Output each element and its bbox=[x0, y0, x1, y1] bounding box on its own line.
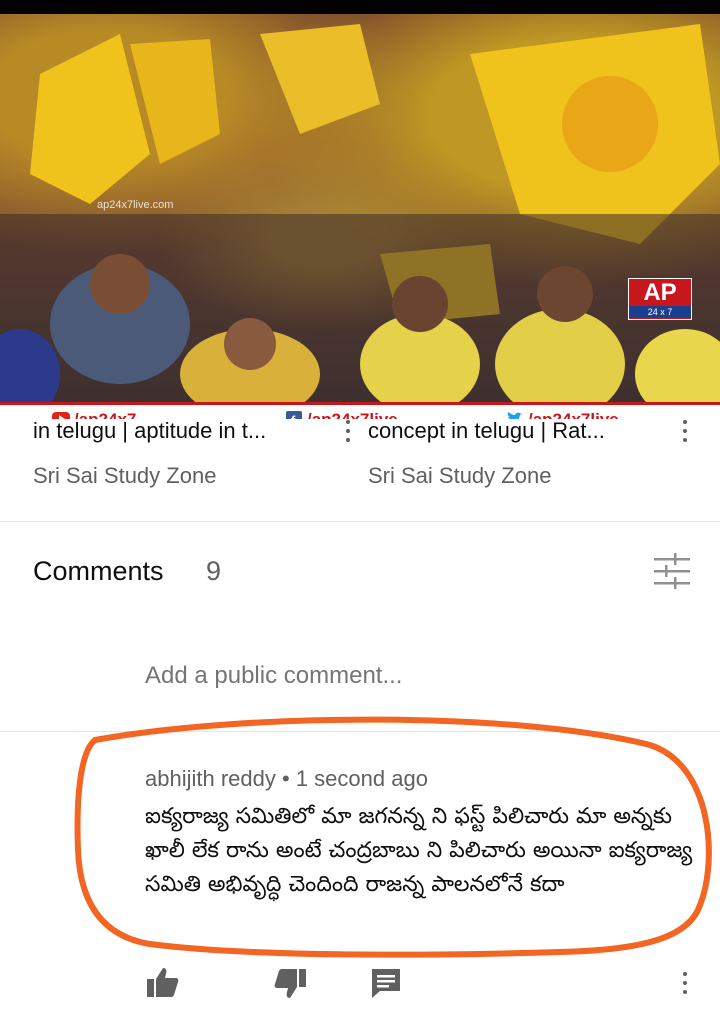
comment-more-options-icon[interactable] bbox=[682, 972, 688, 998]
recommended-video-channel: Sri Sai Study Zone bbox=[368, 463, 552, 488]
status-bar bbox=[0, 0, 720, 14]
comment-text: ఐక్యరాజ్య సమితిలో మా జగనన్న ని ఫస్ట్ పిల… bbox=[145, 804, 693, 897]
facebook-icon: f bbox=[286, 411, 302, 419]
video-frame bbox=[0, 14, 720, 419]
reply-icon[interactable] bbox=[368, 965, 404, 1001]
recommended-video-channel: Sri Sai Study Zone bbox=[33, 463, 217, 488]
meta-separator: • bbox=[282, 766, 296, 791]
recommended-video-title[interactable]: in telugu | aptitude in t... bbox=[33, 418, 266, 444]
comments-count: 9 bbox=[206, 556, 222, 586]
comment-author[interactable]: abhijith reddy bbox=[145, 766, 276, 791]
svg-text:f: f bbox=[291, 413, 296, 419]
video-player[interactable]: ap24x7live.com AP 24 x 7 /ap24x7 f/ap24x… bbox=[0, 14, 720, 419]
video-watermark: ap24x7live.com bbox=[97, 199, 174, 211]
comments-heading: Comments bbox=[33, 556, 164, 586]
comment-time: 1 second ago bbox=[295, 766, 428, 791]
sort-comments-icon[interactable] bbox=[652, 553, 692, 589]
channel-logo-sub: 24 x 7 bbox=[629, 306, 691, 318]
recommended-video-title[interactable]: concept in telugu | Rat... bbox=[368, 418, 605, 444]
social-links-bar: /ap24x7 f/ap24x7live /ap24x7live bbox=[0, 402, 720, 419]
dislike-icon[interactable] bbox=[272, 965, 308, 1001]
divider bbox=[0, 521, 720, 522]
add-comment-input[interactable] bbox=[145, 662, 665, 690]
channel-logo-main: AP bbox=[643, 279, 677, 306]
comment-meta: abhijith reddy • 1 second ago bbox=[145, 766, 428, 792]
more-options-icon[interactable] bbox=[345, 420, 351, 446]
channel-logo: AP 24 x 7 bbox=[628, 278, 692, 320]
more-options-icon[interactable] bbox=[682, 420, 688, 446]
like-icon[interactable] bbox=[145, 965, 181, 1001]
divider bbox=[0, 731, 720, 732]
